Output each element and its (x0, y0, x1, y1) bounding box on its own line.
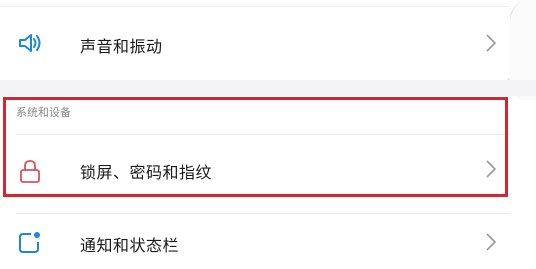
settings-item-lock-screen[interactable]: 锁屏、密码和指纹 (0, 140, 510, 198)
lock-icon (17, 158, 43, 184)
speaker-icon (17, 30, 43, 56)
top-divider (0, 6, 510, 7)
settings-item-notifications[interactable]: 通知和状态栏 (0, 214, 510, 269)
section-title: 系统和设备 (16, 106, 71, 119)
settings-item-sound[interactable]: 声音和振动 (0, 8, 510, 78)
section-gap (0, 80, 536, 96)
chevron-right-icon (484, 159, 498, 179)
section-divider (16, 134, 510, 135)
settings-item-label: 通知和状态栏 (80, 235, 180, 255)
settings-item-label: 锁屏、密码和指纹 (80, 163, 213, 182)
chevron-right-icon (484, 33, 498, 53)
notification-icon (17, 230, 43, 256)
chevron-right-icon (484, 232, 498, 252)
settings-item-label: 声音和振动 (80, 37, 163, 56)
